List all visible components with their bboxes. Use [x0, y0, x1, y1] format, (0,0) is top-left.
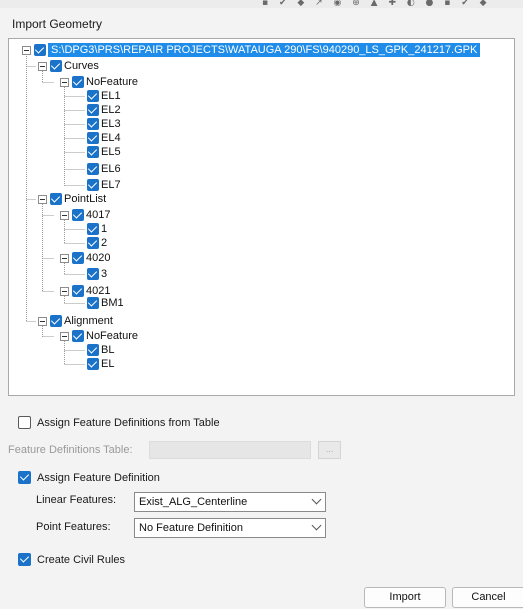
collapse-toggle-icon[interactable] — [60, 210, 69, 220]
checkbox-checked-icon[interactable] — [87, 90, 99, 102]
tree-leaf-el7[interactable]: EL7 — [87, 178, 121, 192]
assign-from-table-label: Assign Feature Definitions from Table — [37, 416, 220, 429]
collapse-toggle-icon[interactable] — [60, 286, 69, 296]
tree-node-label[interactable]: 4017 — [86, 208, 110, 222]
checkbox-checked-icon[interactable] — [87, 132, 99, 144]
assign-feature-def-checkbox[interactable]: Assign Feature Definition — [18, 471, 160, 484]
checkbox-checked-icon[interactable] — [87, 163, 99, 175]
title-bar: Import Geometry — [0, 8, 523, 38]
checkbox-checked-icon[interactable] — [50, 315, 62, 327]
tree-leaf-label[interactable]: EL6 — [101, 162, 121, 176]
tree-leaf-el5[interactable]: EL5 — [87, 145, 121, 159]
tree-leaf-point-3[interactable]: 3 — [87, 267, 107, 281]
create-civil-rules-label: Create Civil Rules — [37, 553, 126, 566]
tree-leaf-label[interactable]: BM1 — [101, 296, 124, 310]
tree-leaf-label[interactable]: EL2 — [101, 103, 121, 117]
checkbox-checked-icon[interactable] — [87, 104, 99, 116]
tree-node-label[interactable]: S:\DPG3\PRS\REPAIR PROJECTS\WATAUGA 290\… — [48, 43, 481, 57]
tree-leaf-label[interactable]: EL1 — [101, 89, 121, 103]
tree-leaf-label[interactable]: BL — [101, 343, 114, 357]
point-features-dropdown[interactable]: No Feature Definition — [134, 518, 326, 538]
tree-leaf-label[interactable]: 3 — [101, 267, 107, 281]
tree-node-label[interactable]: NoFeature — [86, 75, 138, 89]
checkbox-checked-icon[interactable] — [34, 44, 46, 56]
tree-node-4020[interactable]: 4020 — [60, 251, 110, 265]
checkbox-checked-icon[interactable] — [87, 297, 99, 309]
tree-leaf-el4[interactable]: EL4 — [87, 131, 121, 145]
checkbox-checked-icon[interactable] — [87, 268, 99, 280]
feature-table-label: Feature Definitions Table: — [8, 444, 133, 456]
tree-node-curves-nofeature[interactable]: NoFeature — [60, 75, 138, 89]
tree-leaf-el6[interactable]: EL6 — [87, 162, 121, 176]
checkbox-checked-icon[interactable] — [87, 118, 99, 130]
tree-leaf-label[interactable]: EL4 — [101, 131, 121, 145]
collapse-toggle-icon[interactable] — [22, 45, 31, 55]
tree-leaf-bl[interactable]: BL — [87, 343, 114, 357]
feature-table-input — [149, 441, 311, 459]
tree-node-alignment-nofeature[interactable]: NoFeature — [60, 329, 138, 343]
tree-node-4017[interactable]: 4017 — [60, 208, 110, 222]
checkbox-checked-icon[interactable] — [50, 193, 62, 205]
checkbox-checked-icon[interactable] — [72, 209, 84, 221]
tree-leaf-el1[interactable]: EL1 — [87, 89, 121, 103]
chevron-down-icon[interactable] — [311, 520, 322, 531]
linear-features-value: Exist_ALG_Centerline — [139, 496, 248, 508]
checkbox-checked-icon[interactable] — [50, 60, 62, 72]
tree-leaf-label[interactable]: 1 — [101, 222, 107, 236]
background-toolbar-icons: ▪ ✔ ◆ ↗ ◉ ⊕ ▲ ✚ ◐ ● ▪ ✔ ◆ — [262, 0, 491, 6]
checkbox-checked-icon[interactable] — [72, 330, 84, 342]
create-civil-rules-checkbox[interactable]: Create Civil Rules — [18, 553, 125, 566]
collapse-toggle-icon[interactable] — [60, 77, 69, 87]
tree-node-label[interactable]: Curves — [64, 59, 99, 73]
tree-leaf-label[interactable]: EL7 — [101, 178, 121, 192]
browse-button: ... — [318, 441, 341, 459]
linear-features-dropdown[interactable]: Exist_ALG_Centerline — [134, 492, 326, 512]
checkbox-checked-icon[interactable] — [18, 471, 31, 484]
tree-node-curves[interactable]: Curves — [38, 59, 99, 73]
linear-features-label: Linear Features: — [36, 494, 117, 506]
tree-leaf-el2[interactable]: EL2 — [87, 103, 121, 117]
assign-from-table-checkbox[interactable]: Assign Feature Definitions from Table — [18, 416, 220, 429]
window-title: Import Geometry — [12, 17, 103, 31]
checkbox-checked-icon[interactable] — [87, 223, 99, 235]
collapse-toggle-icon[interactable] — [60, 253, 69, 263]
tree-node-label[interactable]: PointList — [64, 192, 106, 206]
tree-node-label[interactable]: NoFeature — [86, 329, 138, 343]
tree-node-label[interactable]: 4020 — [86, 251, 110, 265]
chevron-down-icon[interactable] — [311, 494, 322, 505]
tree-node-pointlist[interactable]: PointList — [38, 192, 106, 206]
checkbox-checked-icon[interactable] — [87, 179, 99, 191]
checkbox-checked-icon[interactable] — [72, 76, 84, 88]
collapse-toggle-icon[interactable] — [38, 316, 47, 326]
import-button[interactable]: Import — [364, 587, 446, 608]
cancel-button[interactable]: Cancel — [452, 587, 523, 608]
tree-leaf-bm1[interactable]: BM1 — [87, 296, 124, 310]
assign-feature-def-label: Assign Feature Definition — [37, 471, 160, 484]
checkbox-checked-icon[interactable] — [72, 285, 84, 297]
geometry-tree[interactable]: S:\DPG3\PRS\REPAIR PROJECTS\WATAUGA 290\… — [8, 38, 515, 396]
checkbox-unchecked-icon[interactable] — [18, 416, 31, 429]
tree-leaf-label[interactable]: EL — [101, 357, 114, 371]
point-features-value: No Feature Definition — [139, 522, 243, 534]
tree-leaf-point-2[interactable]: 2 — [87, 236, 107, 250]
point-features-label: Point Features: — [36, 521, 111, 533]
collapse-toggle-icon[interactable] — [38, 194, 47, 204]
tree-leaf-point-1[interactable]: 1 — [87, 222, 107, 236]
tree-leaf-label[interactable]: 2 — [101, 236, 107, 250]
collapse-toggle-icon[interactable] — [60, 331, 69, 341]
checkbox-checked-icon[interactable] — [87, 237, 99, 249]
checkbox-checked-icon[interactable] — [87, 344, 99, 356]
tree-leaf-label[interactable]: EL5 — [101, 145, 121, 159]
tree-leaf-label[interactable]: EL3 — [101, 117, 121, 131]
checkbox-checked-icon[interactable] — [72, 252, 84, 264]
collapse-toggle-icon[interactable] — [38, 61, 47, 71]
tree-leaf-el[interactable]: EL — [87, 357, 114, 371]
tree-node-root[interactable]: S:\DPG3\PRS\REPAIR PROJECTS\WATAUGA 290\… — [22, 43, 481, 57]
checkbox-checked-icon[interactable] — [87, 358, 99, 370]
tree-node-alignment[interactable]: Alignment — [38, 314, 113, 328]
checkbox-checked-icon[interactable] — [18, 553, 31, 566]
tree-leaf-el3[interactable]: EL3 — [87, 117, 121, 131]
checkbox-checked-icon[interactable] — [87, 146, 99, 158]
tree-node-label[interactable]: Alignment — [64, 314, 113, 328]
